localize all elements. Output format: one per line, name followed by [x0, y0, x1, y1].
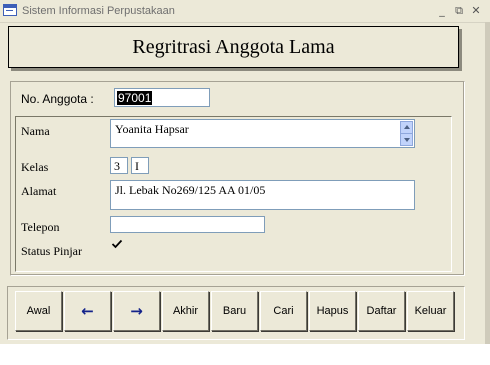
- header-panel: Regritrasi Anggota Lama: [8, 26, 459, 68]
- window-title: Sistem Informasi Perpustakaan: [22, 5, 175, 17]
- form-icon: [3, 4, 17, 16]
- akhir-button[interactable]: Akhir: [162, 291, 209, 331]
- minimize-button[interactable]: _: [434, 3, 450, 19]
- previous-button[interactable]: ←: [64, 291, 111, 331]
- arrow-right-icon: →: [130, 302, 143, 320]
- kelas-sub-input[interactable]: I: [131, 157, 149, 174]
- nama-input[interactable]: Yoanita Hapsar: [110, 119, 415, 148]
- no-anggota-label: No. Anggota :: [21, 92, 94, 106]
- kelas-input[interactable]: 3: [110, 157, 128, 174]
- alamat-input[interactable]: Jl. Lebak No269/125 AA 01/05: [110, 180, 415, 210]
- kelas-label: Kelas: [21, 160, 49, 174]
- kelas-value: 3: [114, 159, 120, 173]
- no-anggota-value: 97001: [117, 91, 153, 105]
- title-bar: Sistem Informasi Perpustakaan _ ⧉ ✕: [0, 0, 490, 23]
- page-title: Regritrasi Anggota Lama: [132, 36, 335, 58]
- nama-value: Yoanita Hapsar: [115, 122, 189, 136]
- restore-button[interactable]: ⧉: [451, 3, 467, 19]
- telepon-input[interactable]: [110, 216, 265, 233]
- nama-label: Nama: [21, 124, 50, 138]
- daftar-button[interactable]: Daftar: [358, 291, 405, 331]
- close-button[interactable]: ✕: [468, 3, 484, 19]
- awal-button[interactable]: Awal: [15, 291, 62, 331]
- status-strip: [0, 344, 490, 365]
- cari-button[interactable]: Cari: [260, 291, 307, 331]
- baru-button[interactable]: Baru: [211, 291, 258, 331]
- app-window: Sistem Informasi Perpustakaan _ ⧉ ✕ Regr…: [0, 0, 490, 365]
- checkmark-icon: [111, 239, 123, 249]
- hapus-button[interactable]: Hapus: [309, 291, 356, 331]
- kelas-sub-value: I: [135, 159, 139, 173]
- status-pinjar-label: Status Pinjar: [21, 244, 83, 258]
- no-anggota-input[interactable]: 97001: [114, 88, 210, 107]
- telepon-label: Telepon: [21, 220, 60, 234]
- arrow-left-icon: ←: [81, 302, 94, 320]
- window-border: [485, 22, 490, 344]
- alamat-label: Alamat: [21, 184, 57, 198]
- status-pinjar-checkbox[interactable]: [111, 238, 123, 250]
- keluar-button[interactable]: Keluar: [407, 291, 454, 331]
- alamat-value: Jl. Lebak No269/125 AA 01/05: [115, 183, 266, 197]
- next-button[interactable]: →: [113, 291, 160, 331]
- scroll-down-arrow-icon[interactable]: [400, 133, 413, 146]
